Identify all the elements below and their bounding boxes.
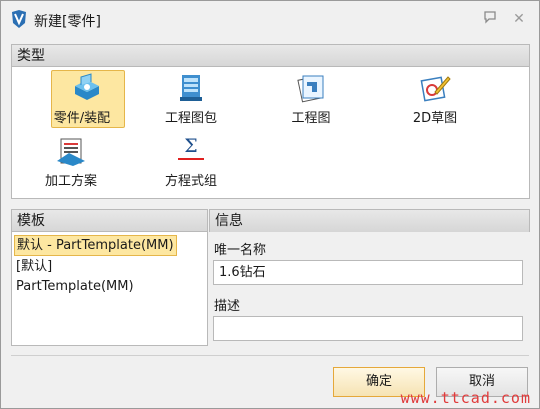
dialog-title: 新建[零件] xyxy=(34,14,101,30)
watermark-text: www.ttcad.com xyxy=(400,389,531,407)
unique-name-input[interactable]: 1.6钻石 xyxy=(213,260,523,285)
help-button[interactable] xyxy=(481,10,499,28)
part-assembly-icon xyxy=(75,73,99,100)
type-item-label: 方程式组 xyxy=(164,174,217,189)
type-panel: 零件/装配 工程图包 工程图 2D草图 加工方案 Σ 方程式组 xyxy=(11,66,530,199)
title-bar: 新建[零件] ✕ xyxy=(1,1,539,37)
app-logo-icon xyxy=(12,10,26,28)
description-input[interactable] xyxy=(213,316,523,341)
template-item-parttemplate[interactable]: PartTemplate(MM) xyxy=(14,277,136,296)
template-item-default[interactable]: [默认] xyxy=(14,257,54,276)
type-item-drawing[interactable]: 工程图 xyxy=(266,70,356,126)
drawing-package-icon xyxy=(180,75,202,101)
info-section-header: 信息 xyxy=(209,209,530,232)
type-item-drawing-package[interactable]: 工程图包 xyxy=(146,70,236,126)
type-section-header: 类型 xyxy=(11,44,530,67)
close-button[interactable]: ✕ xyxy=(510,10,528,28)
template-section-header: 模板 xyxy=(11,209,208,232)
type-item-machining-plan[interactable]: 加工方案 xyxy=(26,133,116,189)
type-item-label: 工程图包 xyxy=(164,111,217,126)
unique-name-label: 唯一名称 xyxy=(214,243,267,258)
new-document-dialog: 新建[零件] ✕ 类型 零件/装配 工程图包 工程图 2D草图 加工方案 Σ 方… xyxy=(0,0,540,409)
close-icon: ✕ xyxy=(513,11,525,27)
type-item-label: 零件/装配 xyxy=(53,111,111,126)
type-item-label: 2D草图 xyxy=(412,111,458,126)
type-item-2d-sketch[interactable]: 2D草图 xyxy=(390,70,480,126)
drawing-icon xyxy=(297,75,324,103)
template-list: 默认 - PartTemplate(MM) [默认] PartTemplate(… xyxy=(11,231,208,346)
type-item-part-assembly[interactable]: 零件/装配 xyxy=(26,70,125,128)
machining-plan-icon xyxy=(57,138,85,166)
comment-icon xyxy=(484,11,496,24)
separator xyxy=(11,355,529,356)
type-item-label: 加工方案 xyxy=(44,174,97,189)
template-item-default-parttemplate[interactable]: 默认 - PartTemplate(MM) xyxy=(14,235,177,256)
type-item-label: 工程图 xyxy=(291,111,331,126)
description-label: 描述 xyxy=(214,299,241,314)
type-item-equation-set[interactable]: Σ 方程式组 xyxy=(146,133,236,189)
sketch-2d-icon xyxy=(420,76,451,102)
sigma-glyph: Σ xyxy=(184,135,198,157)
equation-set-icon: Σ xyxy=(175,135,207,167)
